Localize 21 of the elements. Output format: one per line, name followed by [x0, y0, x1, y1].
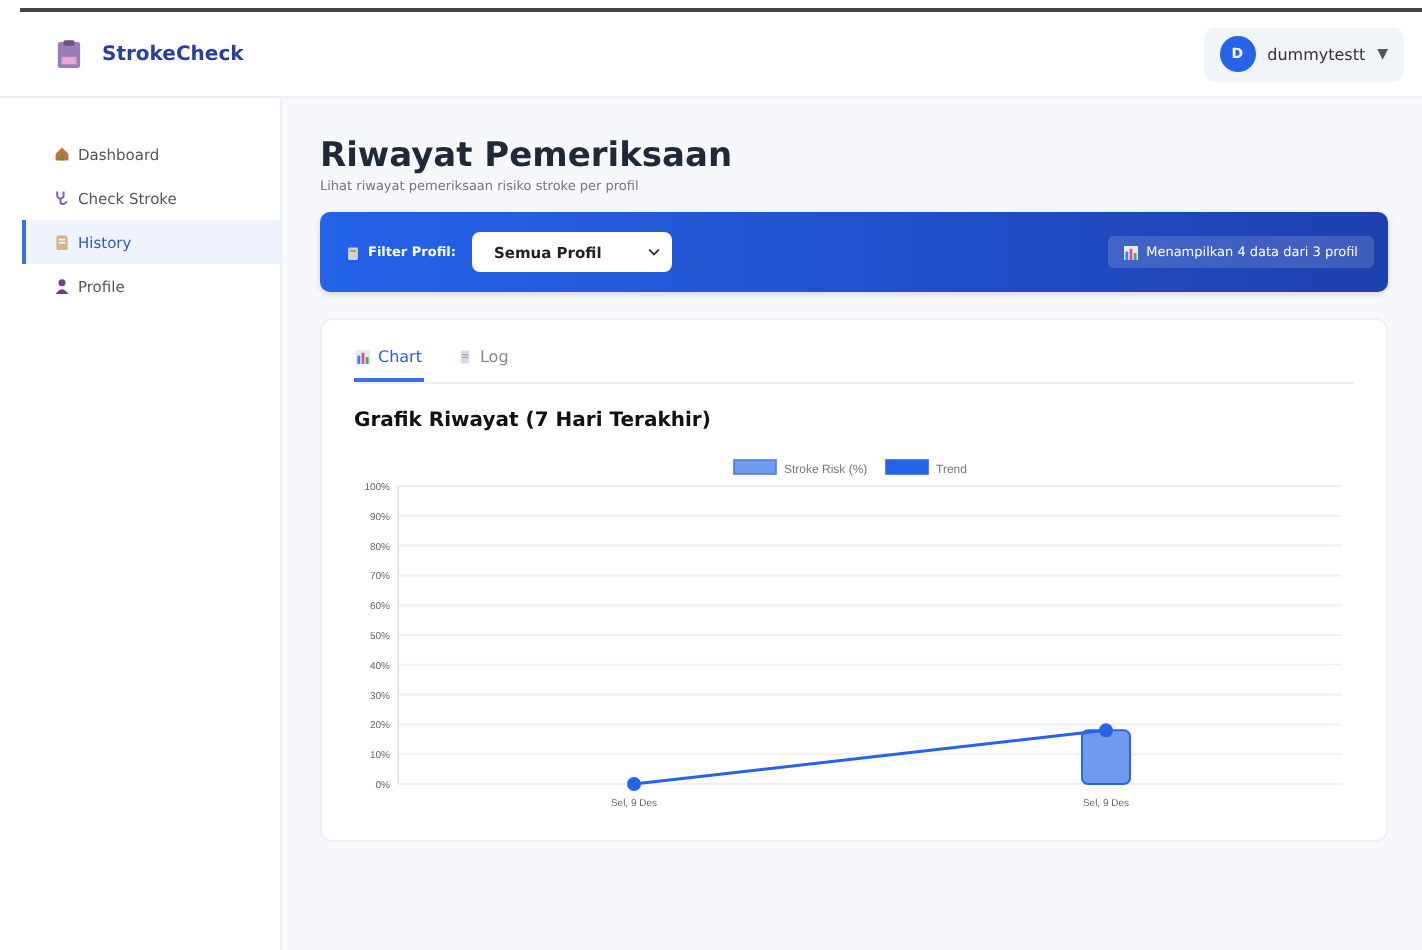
bar-chart-icon [356, 350, 370, 364]
clipboard-icon [346, 245, 360, 259]
page-title: Riwayat Pemeriksaan [320, 136, 735, 176]
tab[interactable]: Chart [354, 348, 424, 382]
chart-title: Grafik Riwayat (7 Hari Terakhir) [354, 410, 713, 432]
chevron-down-icon [647, 248, 660, 256]
tab[interactable]: Log [455, 348, 511, 382]
user-name: dummytestt [1267, 45, 1366, 63]
person-icon [54, 278, 70, 294]
legend-swatch[interactable] [885, 459, 929, 475]
trend-point [627, 777, 641, 791]
app-name[interactable]: StrokeCheck [102, 43, 244, 65]
trend-point [1099, 723, 1113, 738]
bar-chart-icon [1124, 245, 1139, 259]
risk-bar [1081, 729, 1131, 785]
legend-swatch[interactable] [733, 459, 777, 475]
stethoscope-icon [54, 190, 70, 206]
clipboard-icon [56, 39, 82, 69]
house-icon [54, 146, 70, 162]
clipboard-icon [54, 234, 70, 250]
note-icon [457, 350, 472, 364]
